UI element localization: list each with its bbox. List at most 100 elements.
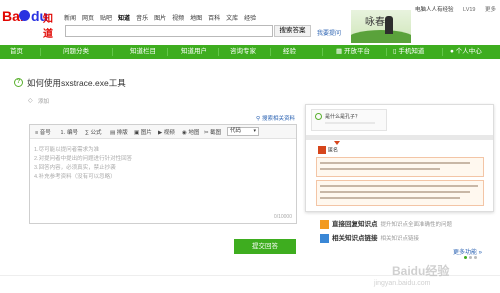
search-answer-button[interactable]: 搜索答案 bbox=[274, 25, 311, 37]
gnav-open-platform-label: 开放平台 bbox=[343, 48, 370, 55]
preview-marker-icon bbox=[334, 141, 340, 145]
baidu-zhidao-logo[interactable]: Bai du 知道 bbox=[2, 8, 57, 40]
preview-question-text: 是什么是孔子？ bbox=[325, 114, 361, 120]
preview-text-line bbox=[320, 197, 460, 199]
gnav-divider bbox=[40, 48, 41, 56]
editor-hint-2: 2.对提问者中提出的问题进行针对性回答 bbox=[34, 156, 133, 162]
toolbar-map-button[interactable]: ◉ 地图 bbox=[182, 128, 199, 136]
gnav-categories[interactable]: 问题分类 bbox=[63, 45, 89, 59]
banner-title: 咏春 bbox=[365, 17, 385, 28]
ask-question-link[interactable]: 我要提问 bbox=[317, 28, 341, 37]
banner-hill-shape bbox=[351, 30, 411, 43]
gnav-home[interactable]: 首页 bbox=[10, 45, 23, 59]
watermark-url: jingyan.baidu.com bbox=[374, 280, 431, 287]
nav-item-music[interactable]: 音乐 bbox=[136, 13, 148, 22]
toolbar-video-button[interactable]: ▶ 视频 bbox=[158, 128, 175, 136]
nav-item-zhidao[interactable]: 知道 bbox=[118, 13, 130, 22]
link-feature-icon bbox=[320, 233, 329, 243]
gnav-experts[interactable]: 咨询专家 bbox=[230, 45, 256, 59]
feature-related-link-title: 相关知识点链接 bbox=[332, 235, 378, 242]
toolbar-bullet-label: 音号 bbox=[39, 130, 51, 136]
search-icon: ⚲ bbox=[256, 116, 261, 122]
user-name[interactable]: 电脑人人有经验 bbox=[415, 7, 454, 13]
nav-item-tieba[interactable]: 贴吧 bbox=[100, 13, 112, 22]
reply-feature-icon bbox=[320, 219, 329, 229]
promo-banner[interactable]: 咏春 bbox=[351, 10, 411, 43]
code-language-select[interactable]: 代码 ▾ bbox=[227, 127, 259, 136]
submit-answer-button[interactable]: 提交回答 bbox=[234, 239, 296, 254]
preview-question-box: 是什么是孔子？ bbox=[311, 109, 387, 131]
toolbar-formula-button[interactable]: ∑ 公式 bbox=[85, 128, 101, 136]
user-level: LV19 bbox=[463, 7, 476, 13]
toolbar-number-button[interactable]: ⒈ 编号 bbox=[60, 128, 78, 136]
preview-text-line bbox=[320, 191, 470, 193]
toolbar-image-label: 图片 bbox=[140, 130, 152, 136]
main-green-nav: 首页 问题分类 知道栏目 知道用户 咨询专家 经验 ▦ 开放平台 ▯ 手机知道 … bbox=[0, 45, 500, 59]
gnav-divider bbox=[218, 48, 219, 56]
char-counter: 0/10000 bbox=[273, 214, 292, 220]
pager-dot[interactable] bbox=[464, 256, 467, 259]
nav-item-news[interactable]: 新闻 bbox=[64, 13, 76, 22]
logo-zhidao-text: 知道 bbox=[43, 14, 53, 40]
preview-text-line bbox=[320, 162, 470, 164]
editor-hint-3: 3.回答内容，必须真实，禁止抄袭 bbox=[34, 165, 116, 171]
toolbar-screenshot-button[interactable]: ✂ 截图 bbox=[204, 128, 221, 136]
gnav-jingyan[interactable]: 经验 bbox=[283, 45, 296, 59]
carousel-pager bbox=[464, 256, 477, 259]
gnav-mobile[interactable]: ▯ 手机知道 bbox=[393, 45, 424, 59]
preview-answer-block-1 bbox=[316, 157, 484, 177]
gnav-personal-center[interactable]: ● 个人中心 bbox=[450, 45, 482, 59]
feature-preview-screenshot: 是什么是孔子？ 匿名 bbox=[305, 104, 494, 212]
baidu-paw-icon bbox=[19, 10, 30, 21]
feature-direct-reply: 直接回复知识点 提升知识点全面准确性的问题 bbox=[320, 218, 452, 229]
toolbar-screenshot-label: 截图 bbox=[210, 130, 222, 136]
toolbar-number-label: 编号 bbox=[67, 130, 79, 136]
nav-item-maps[interactable]: 地图 bbox=[190, 13, 202, 22]
editor-toolbar: ≡ 音号 ⒈ 编号 ∑ 公式 ▤ 排版 ▣ 图片 ▶ 视频 ◉ 地图 ✂ 截图 … bbox=[30, 125, 296, 139]
user-info: 电脑人人有经验 LV19 更多 bbox=[415, 5, 496, 13]
toolbar-layout-button[interactable]: ▤ 排版 bbox=[110, 128, 128, 136]
gnav-divider bbox=[167, 48, 168, 56]
gnav-columns[interactable]: 知道栏目 bbox=[130, 45, 156, 59]
nav-item-wenku[interactable]: 文库 bbox=[226, 13, 238, 22]
preview-divider bbox=[306, 135, 493, 140]
editor-hint-4: 4.补充参考资料（没有可以忽略） bbox=[34, 174, 116, 180]
gnav-divider bbox=[270, 48, 271, 56]
pager-dot[interactable] bbox=[469, 256, 472, 259]
nav-item-jingyan[interactable]: 经验 bbox=[244, 13, 256, 22]
watermark-logo: Baidu经验 bbox=[392, 264, 450, 278]
gnav-mobile-label: 手机知道 bbox=[398, 48, 425, 55]
search-reference-link[interactable]: ⚲ 搜索相关资料 bbox=[256, 114, 295, 122]
banner-figure bbox=[385, 16, 393, 34]
gnav-users[interactable]: 知道用户 bbox=[181, 45, 207, 59]
tag-icon[interactable]: ◇ bbox=[28, 97, 33, 104]
toolbar-bullet-button[interactable]: ≡ 音号 bbox=[35, 128, 51, 136]
code-select-value: 代码 bbox=[230, 128, 242, 134]
add-tag-link[interactable]: 添加 bbox=[38, 97, 49, 105]
toolbar-formula-label: 公式 bbox=[90, 130, 102, 136]
top-bar: Bai du 知道 新闻 网页 贴吧 知道 音乐 图片 视频 地图 百科 文库 … bbox=[0, 0, 500, 43]
gnav-open-platform[interactable]: ▦ 开放平台 bbox=[336, 45, 370, 59]
nav-item-web[interactable]: 网页 bbox=[82, 13, 94, 22]
more-features-link[interactable]: 更多功能 » bbox=[453, 247, 482, 256]
toolbar-image-button[interactable]: ▣ 图片 bbox=[134, 128, 152, 136]
nav-item-video[interactable]: 视频 bbox=[172, 13, 184, 22]
product-nav: 新闻 网页 贴吧 知道 音乐 图片 视频 地图 百科 文库 经验 bbox=[64, 13, 262, 22]
toolbar-map-label: 地图 bbox=[188, 130, 200, 136]
toolbar-video-label: 视频 bbox=[163, 130, 175, 136]
answer-editor[interactable]: ≡ 音号 ⒈ 编号 ∑ 公式 ▤ 排版 ▣ 图片 ▶ 视频 ◉ 地图 ✂ 截图 … bbox=[29, 124, 297, 224]
question-mark-icon: ? bbox=[14, 78, 23, 87]
search-reference-label: 搜索相关资料 bbox=[262, 116, 296, 122]
pager-dot[interactable] bbox=[474, 256, 477, 259]
nav-item-images[interactable]: 图片 bbox=[154, 13, 166, 22]
feature-related-link-sub: 相关知识点链接 bbox=[380, 236, 420, 242]
search-input[interactable] bbox=[65, 25, 273, 37]
user-more-link[interactable]: 更多 bbox=[485, 7, 496, 13]
preview-answer-header: 匿名 bbox=[318, 146, 338, 154]
gnav-divider bbox=[386, 48, 387, 56]
gnav-divider bbox=[322, 48, 323, 56]
question-title: 如何使用sxstrace.exe工具 bbox=[27, 78, 126, 88]
question-mark-icon bbox=[315, 113, 322, 120]
nav-item-baike[interactable]: 百科 bbox=[208, 13, 220, 22]
toolbar-layout-label: 排版 bbox=[116, 130, 128, 136]
